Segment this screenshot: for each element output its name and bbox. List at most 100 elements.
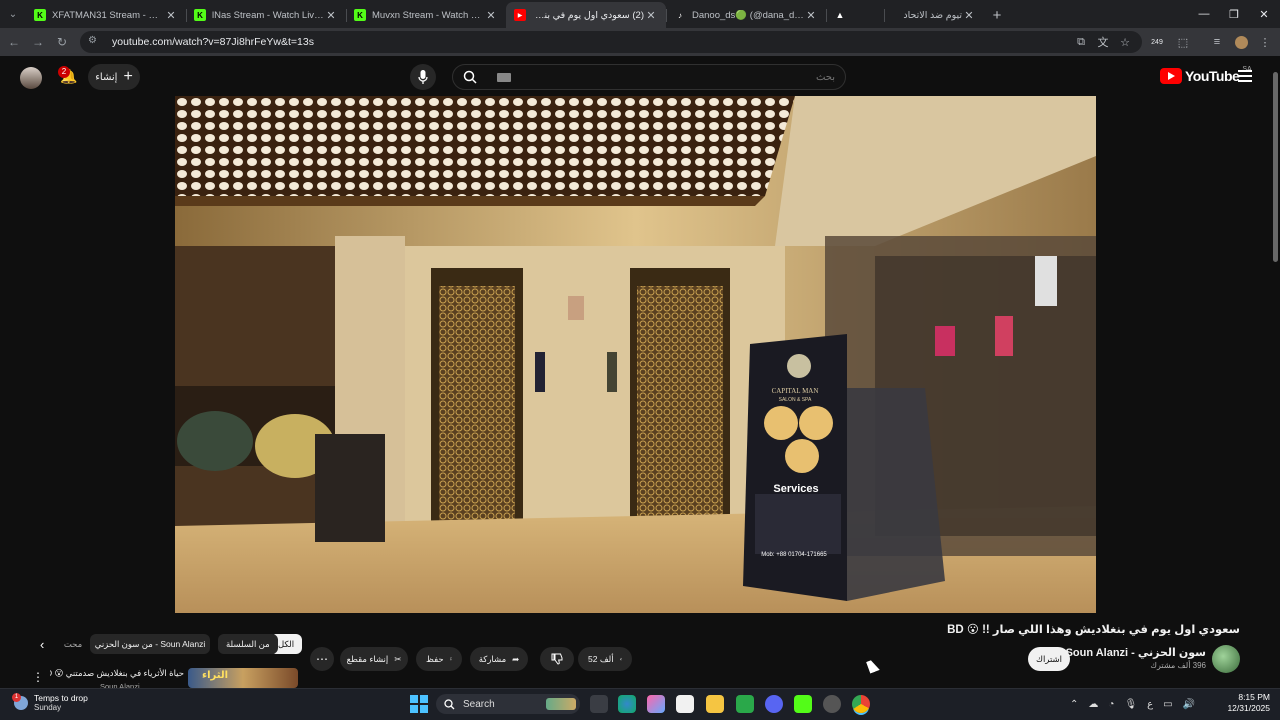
system-tray: ⌃ ☁ ◔ 🎙 ع ▭ 🔊 (1070, 694, 1195, 714)
video-player[interactable]: CAPITAL MAN SALON & SPA Services Mob: +8… (175, 96, 1096, 613)
forward-icon[interactable]: → (26, 30, 50, 54)
like-button[interactable]: 52 ألف (578, 647, 632, 671)
profile-avatar[interactable] (1230, 31, 1252, 53)
settings-gear-icon[interactable] (823, 695, 841, 713)
back-icon[interactable]: ← (2, 30, 26, 54)
page-scrollbar[interactable] (1270, 60, 1280, 690)
bookmark-star-icon[interactable]: ☆ (1114, 31, 1136, 53)
chip-from-series[interactable]: من السلسلة (218, 634, 278, 654)
search-icon (444, 698, 455, 709)
onedrive-icon[interactable]: ☁ (1088, 699, 1098, 710)
language-indicator[interactable]: ع (1147, 699, 1153, 710)
windows-start-icon[interactable] (410, 695, 428, 713)
browser-tab-active[interactable]: ▶ (2) سعودي اول يوم في بنغلاديش ✕ (506, 2, 666, 28)
task-view-icon[interactable] (590, 695, 608, 713)
microphone-icon[interactable]: 🎙 (1124, 699, 1137, 710)
file-explorer-icon[interactable] (706, 695, 724, 713)
tray-chevron-icon[interactable]: ⌃ (1070, 699, 1078, 710)
channel-name[interactable]: سون الحزني - Soun Alanzi ● (1058, 646, 1206, 659)
site-info-icon[interactable]: ⚙ (88, 35, 102, 49)
volume-icon[interactable]: 🔊 (1183, 699, 1195, 710)
weather-line2: Sunday (34, 703, 62, 712)
keyboard-icon[interactable] (497, 72, 511, 82)
channel-avatar[interactable] (1212, 645, 1240, 673)
weather-widget[interactable]: 1 Temps to drop Sunday (12, 692, 88, 712)
recommended-title[interactable]: حياة الأثرياء في بنغلاديش صدمتني 😮 BD (50, 668, 184, 679)
youtube-favicon-icon: ▶ (514, 9, 526, 21)
xbox-icon[interactable] (736, 695, 754, 713)
dislike-button[interactable] (540, 647, 574, 671)
extension-badge[interactable]: 249 (1146, 31, 1168, 53)
subscribe-button[interactable]: اشتراك (1028, 647, 1070, 671)
share-button[interactable]: مشاركة ➦ (470, 647, 528, 671)
media-control-icon[interactable]: ≡ (1206, 31, 1228, 53)
chrome-icon[interactable] (852, 695, 870, 713)
browser-tab[interactable]: K lNas Stream - Watch Live on Ki... ✕ (186, 2, 346, 28)
search-button[interactable] (453, 65, 487, 89)
taskbar-clock[interactable]: 8:15 PM 12/31/2025 (1222, 692, 1270, 714)
notifications-count-badge: 2 (58, 66, 70, 78)
subscriber-count: 396 ألف مشترك (1150, 661, 1206, 670)
tab-close-icon[interactable]: ✕ (804, 9, 818, 22)
tab-title: Muvxn Stream - Watch Live on... (372, 9, 484, 21)
scissors-icon: ✂ (394, 653, 402, 664)
kick-app-icon[interactable] (794, 695, 812, 713)
reload-icon[interactable]: ↻ (50, 30, 74, 54)
minimize-icon[interactable]: — (1188, 0, 1220, 28)
edge-icon[interactable] (618, 695, 636, 713)
banner-phone-text: Mob: +88 01704-171665 (761, 552, 827, 558)
account-avatar[interactable] (20, 67, 42, 89)
video-frame: CAPITAL MAN SALON & SPA Services Mob: +8… (175, 96, 1096, 613)
tiktok-favicon-icon: ♪ (678, 10, 682, 20)
create-label: إنشاء (95, 71, 118, 83)
copilot-icon[interactable] (647, 695, 665, 713)
chip-related[interactable]: محت (62, 634, 84, 654)
tab-close-icon[interactable]: ✕ (484, 9, 498, 22)
tab-search-icon[interactable]: ⌄ (0, 0, 26, 28)
browser-tab[interactable]: K Muvxn Stream - Watch Live on... ✕ (346, 2, 506, 28)
like-count: 52 ألف (588, 653, 614, 664)
cast-icon[interactable]: ⧉ (1070, 31, 1092, 53)
search-input[interactable] (511, 71, 845, 83)
recommended-thumbnail[interactable]: الثراء (188, 668, 298, 688)
search-highlight-icon (546, 698, 576, 710)
channel-name-text: سون الحزني - Soun Alanzi (1065, 647, 1206, 659)
create-button[interactable]: إنشاء + (88, 64, 140, 90)
chip-from-channel[interactable]: من سون الحزني - Soun Alanzi (90, 634, 210, 654)
tab-close-icon[interactable]: ✕ (962, 9, 976, 22)
youtube-wordmark: YouTube (1185, 68, 1240, 84)
new-tab-button[interactable]: + (984, 2, 1010, 28)
kick-favicon-icon: K (34, 9, 46, 21)
voice-search-icon[interactable] (410, 64, 436, 90)
tab-close-icon[interactable]: ✕ (164, 9, 178, 22)
more-actions-button[interactable]: ⋯ (310, 647, 334, 671)
extensions-icon[interactable]: ⬚ (1172, 31, 1194, 53)
browser-tab[interactable]: ♪ Danoo_ds🟢 (@dana_ds5) | Tik... ✕ (666, 2, 826, 28)
banner-services-text: Services (773, 483, 818, 495)
clip-button[interactable]: إنشاء مقطع ✂ (340, 647, 408, 671)
taskbar-search[interactable]: Search (436, 694, 580, 714)
store-icon[interactable] (676, 695, 694, 713)
thumbs-up-icon (619, 657, 622, 661)
network-icon[interactable]: ▭ (1163, 699, 1172, 710)
tab-close-icon[interactable]: ✕ (324, 9, 338, 22)
tab-close-icon[interactable]: ✕ (644, 9, 658, 22)
address-bar[interactable]: ⚙ youtube.com/watch?v=87Ji8hrFeYw&t=13s (80, 31, 1142, 53)
translate-icon[interactable]: 文 (1092, 31, 1114, 53)
browser-tab[interactable]: تيوم ضد الاتحاد ✕ (884, 2, 984, 28)
tray-app-icon[interactable]: ◔ (1108, 699, 1114, 710)
discord-icon[interactable] (765, 695, 783, 713)
recommended-menu-icon[interactable]: ⋮ (32, 670, 44, 684)
browser-menu-icon[interactable]: ⋮ (1254, 31, 1276, 53)
guide-menu-icon[interactable] (1238, 70, 1252, 82)
chips-scroll-left-icon[interactable]: ‹ (40, 637, 44, 652)
close-window-icon[interactable]: ✕ (1248, 0, 1280, 28)
save-button[interactable]: حفظ (416, 647, 462, 671)
browser-tab[interactable]: ▲ (826, 2, 884, 28)
browser-tab[interactable]: K XFATMAN31 Stream - Watch Li... ✕ (26, 2, 186, 28)
bookmark-icon (449, 657, 452, 661)
share-icon: ➦ (512, 653, 520, 664)
restore-icon[interactable]: ❐ (1218, 0, 1250, 28)
banner-brand-text: CAPITAL MAN (772, 387, 819, 395)
tab-title: تيوم ضد الاتحاد (903, 9, 962, 21)
